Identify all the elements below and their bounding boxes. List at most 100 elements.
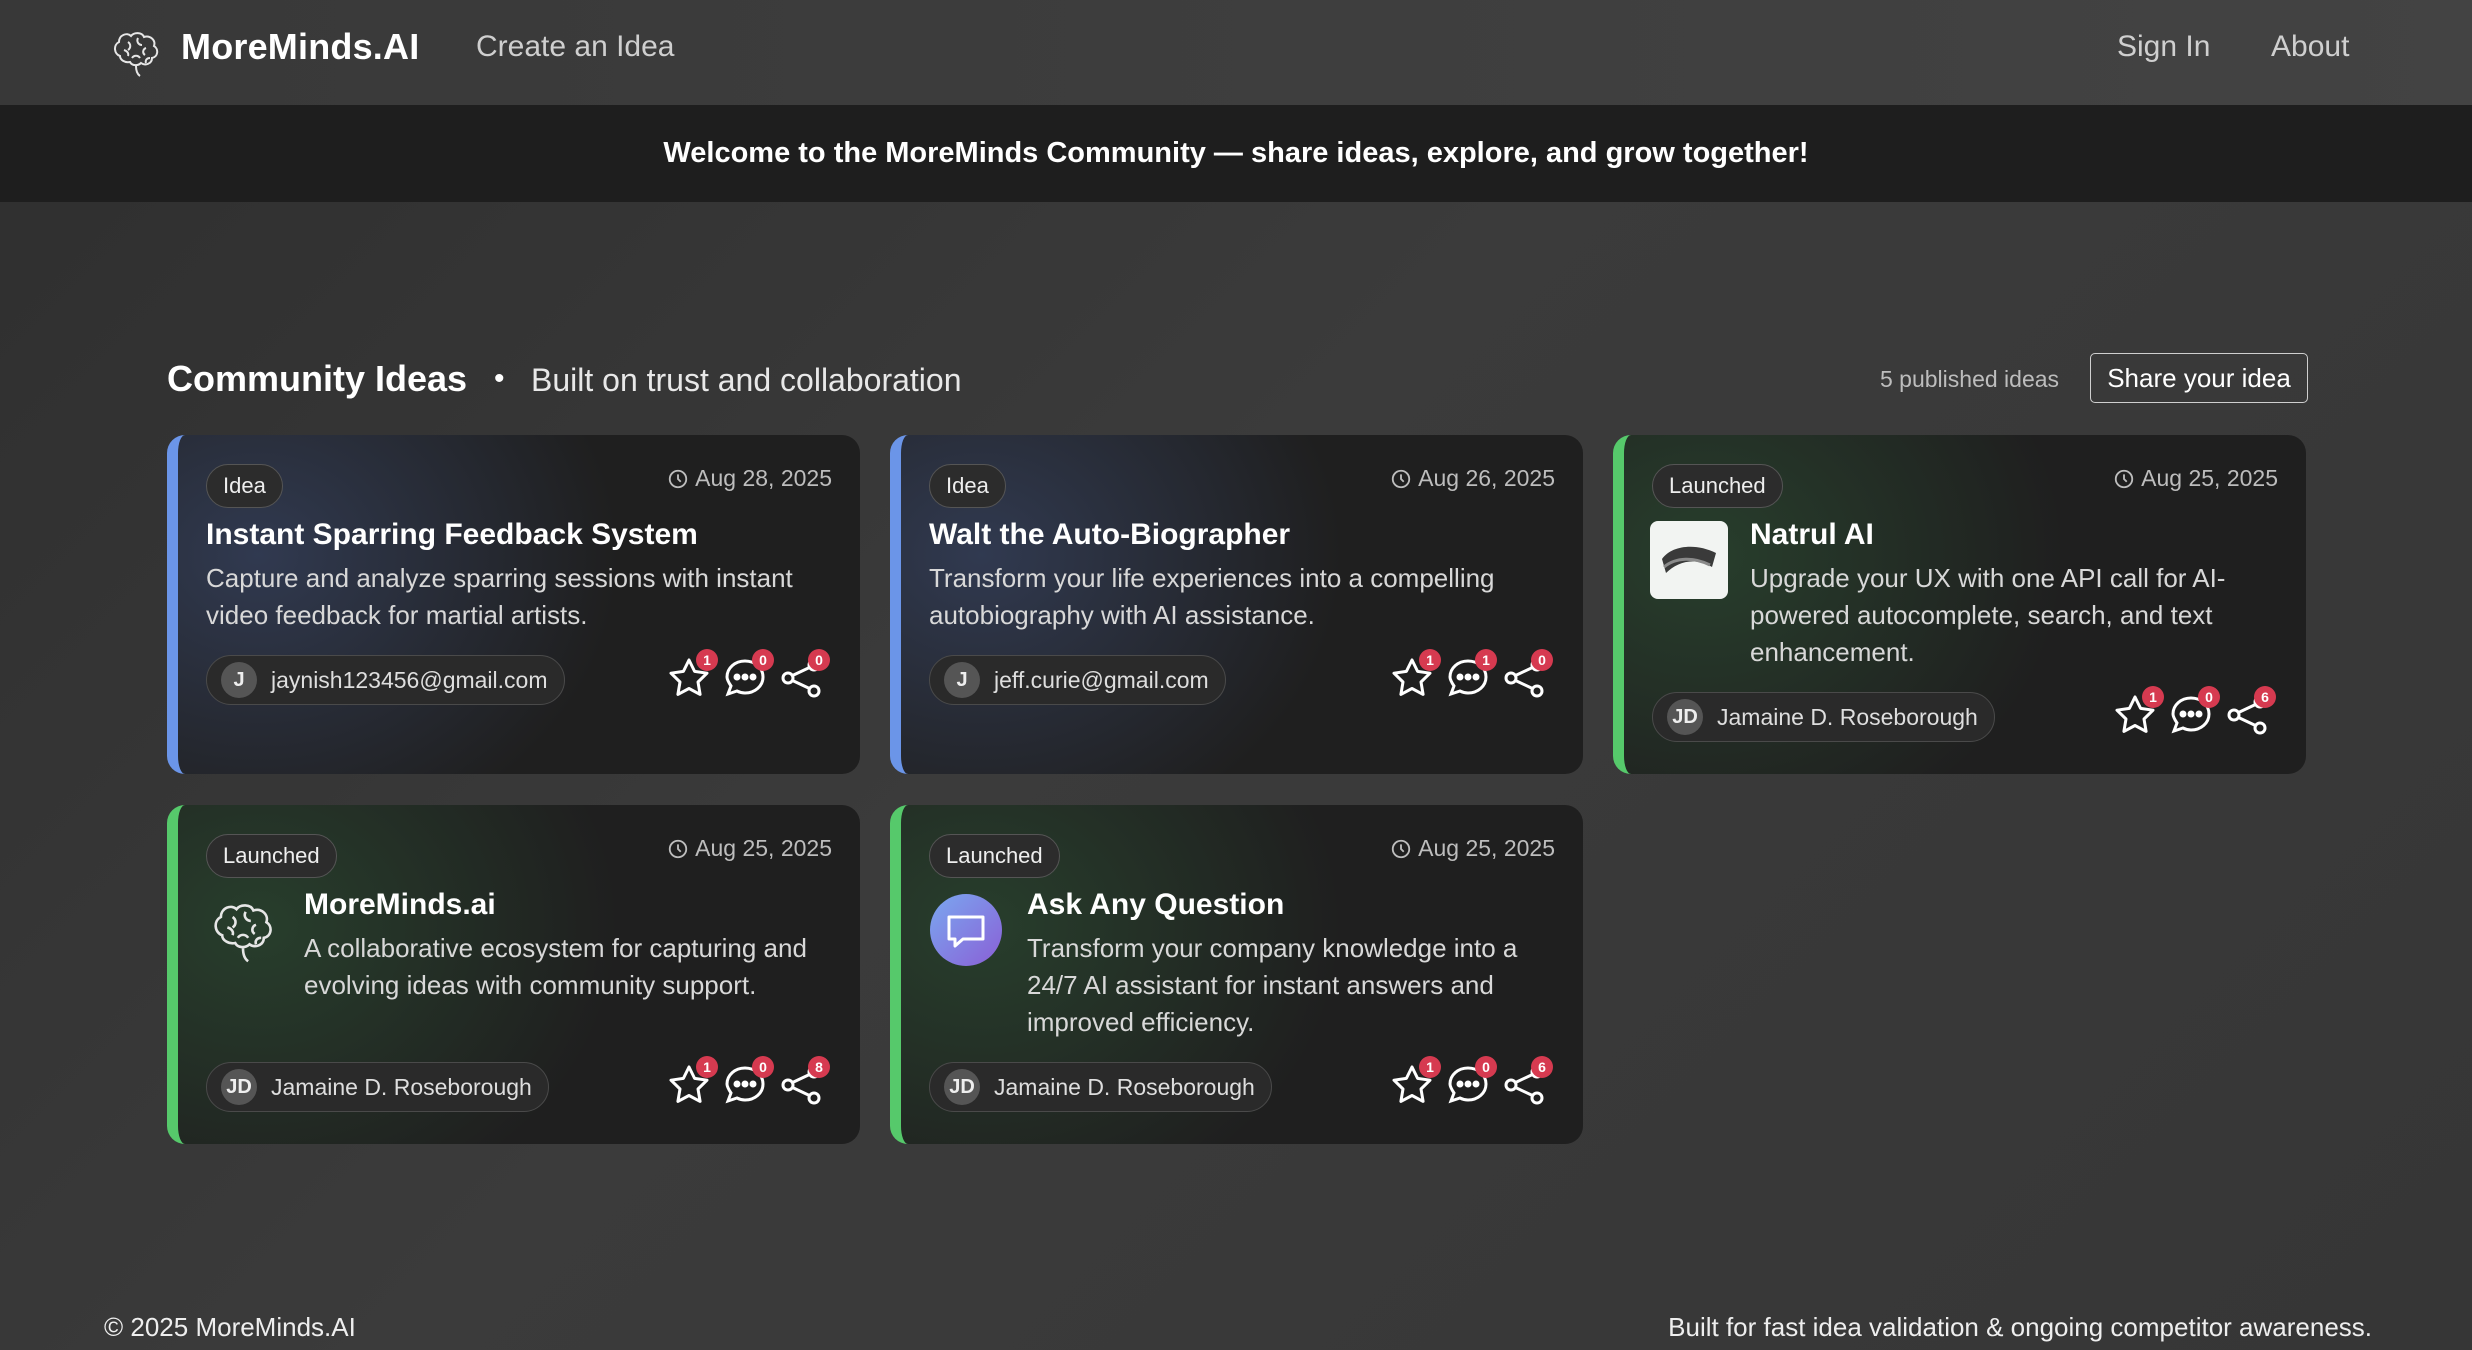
footer-copyright: © 2025 MoreMinds.AI [104, 1312, 356, 1342]
avatar: JD [221, 1069, 257, 1105]
author-chip[interactable]: JD Jamaine D. Roseborough [1652, 692, 1995, 742]
sign-in-link[interactable]: Sign In [2117, 30, 2210, 64]
status-badge: Launched [206, 834, 337, 878]
comment-button[interactable]: 0 [1445, 1056, 1497, 1108]
author-chip[interactable]: JD Jamaine D. Roseborough [206, 1062, 549, 1112]
star-count: 1 [696, 1056, 718, 1078]
card-actions: 1 1 0 [1389, 647, 1559, 707]
card-title[interactable]: Ask Any Question [1027, 888, 1284, 922]
avatar: J [944, 662, 980, 698]
published-count: 5 published ideas [1880, 366, 2060, 392]
idea-card[interactable]: Launched Aug 25, 2025 MoreMinds.ai A col… [167, 805, 860, 1144]
share-button[interactable]: 0 [1501, 649, 1553, 701]
brain-logo-icon [214, 904, 272, 963]
clock-icon [2114, 469, 2134, 488]
status-badge: Launched [1652, 464, 1783, 508]
card-title[interactable]: Instant Sparring Feedback System [206, 518, 698, 552]
create-idea-link[interactable]: Create an Idea [476, 30, 674, 64]
idea-card[interactable]: Idea Aug 28, 2025 Instant Sparring Feedb… [167, 435, 860, 774]
star-button[interactable]: 1 [1389, 649, 1441, 701]
card-date: Aug 28, 2025 [667, 465, 832, 492]
status-badge: Idea [929, 464, 1006, 508]
author-name: Jamaine D. Roseborough [994, 1073, 1255, 1100]
card-description: Transform your life experiences into a c… [929, 563, 1495, 630]
section-subtitle: Built on trust and collaboration [531, 362, 962, 398]
status-badge: Idea [206, 464, 283, 508]
card-title[interactable]: Walt the Auto-Biographer [929, 518, 1290, 552]
comment-button[interactable]: 0 [722, 1056, 774, 1108]
share-count: 6 [1531, 1056, 1553, 1078]
card-actions: 1 0 6 [2112, 684, 2282, 744]
share-count: 8 [808, 1056, 830, 1078]
star-count: 1 [1419, 1056, 1441, 1078]
section-title: Community Ideas [167, 358, 468, 399]
author-chip[interactable]: J jaynish123456@gmail.com [206, 655, 565, 705]
natrul-logo-icon [1650, 521, 1728, 599]
card-actions: 1 0 0 [666, 647, 836, 707]
card-description: Upgrade your UX with one API call for AI… [1750, 563, 2226, 667]
author-name: jeff.curie@gmail.com [994, 666, 1209, 693]
comment-count: 0 [2198, 686, 2220, 708]
star-button[interactable]: 1 [666, 649, 718, 701]
comment-count: 0 [752, 1056, 774, 1078]
comment-button[interactable]: 0 [2168, 686, 2220, 738]
card-description: Capture and analyze sparring sessions wi… [206, 563, 793, 630]
share-count: 0 [1531, 649, 1553, 671]
avatar: JD [1667, 699, 1703, 735]
date-text: Aug 25, 2025 [1418, 835, 1555, 861]
footer-tagline: Built for fast idea validation & ongoing… [1668, 1312, 2372, 1342]
about-link[interactable]: About [2271, 30, 2349, 64]
idea-card[interactable]: Launched Aug 25, 2025 Ask Any Question T… [890, 805, 1583, 1144]
card-actions: 1 0 6 [1389, 1054, 1559, 1114]
idea-card[interactable]: Idea Aug 26, 2025 Walt the Auto-Biograph… [890, 435, 1583, 774]
star-button[interactable]: 1 [2112, 686, 2164, 738]
idea-card[interactable]: Launched Aug 25, 2025 Natrul AI Upgrade … [1613, 435, 2306, 774]
star-button[interactable]: 1 [1389, 1056, 1441, 1108]
card-date: Aug 26, 2025 [1390, 465, 1555, 492]
share-button[interactable]: 6 [1501, 1056, 1553, 1108]
card-title[interactable]: MoreMinds.ai [304, 888, 496, 922]
date-text: Aug 25, 2025 [2141, 465, 2278, 491]
comment-button[interactable]: 1 [1445, 649, 1497, 701]
card-description: A collaborative ecosystem for capturing … [304, 933, 807, 1000]
star-count: 1 [1419, 649, 1441, 671]
author-chip[interactable]: J jeff.curie@gmail.com [929, 655, 1226, 705]
star-count: 1 [696, 649, 718, 671]
date-text: Aug 28, 2025 [695, 465, 832, 491]
clock-icon [1391, 469, 1411, 488]
card-actions: 1 0 8 [666, 1054, 836, 1114]
share-button[interactable]: 0 [778, 649, 830, 701]
share-count: 0 [808, 649, 830, 671]
share-button[interactable]: 6 [2224, 686, 2276, 738]
date-text: Aug 26, 2025 [1418, 465, 1555, 491]
card-date: Aug 25, 2025 [667, 835, 832, 862]
share-count: 6 [2254, 686, 2276, 708]
welcome-banner: Welcome to the MoreMinds Community — sha… [0, 105, 2472, 202]
card-description: Transform your company knowledge into a … [1027, 933, 1518, 1037]
brand-name[interactable]: MoreMinds.AI [181, 26, 419, 68]
star-button[interactable]: 1 [666, 1056, 718, 1108]
avatar: J [221, 662, 257, 698]
comment-button[interactable]: 0 [722, 649, 774, 701]
author-name: jaynish123456@gmail.com [271, 666, 548, 693]
section-separator: • [494, 362, 505, 395]
brain-logo-icon[interactable] [106, 22, 166, 82]
clock-icon [668, 469, 688, 488]
card-date: Aug 25, 2025 [1390, 835, 1555, 862]
share-idea-button[interactable]: Share your idea [2090, 353, 2308, 403]
author-chip[interactable]: JD Jamaine D. Roseborough [929, 1062, 1272, 1112]
star-count: 1 [2142, 686, 2164, 708]
comment-count: 0 [752, 649, 774, 671]
clock-icon [668, 839, 688, 858]
chat-bubble-logo-icon [930, 894, 1002, 966]
author-name: Jamaine D. Roseborough [1717, 703, 1978, 730]
avatar: JD [944, 1069, 980, 1105]
share-button[interactable]: 8 [778, 1056, 830, 1108]
comment-count: 1 [1475, 649, 1497, 671]
comment-count: 0 [1475, 1056, 1497, 1078]
card-title[interactable]: Natrul AI [1750, 518, 1874, 552]
status-badge: Launched [929, 834, 1060, 878]
clock-icon [1391, 839, 1411, 858]
card-date: Aug 25, 2025 [2113, 465, 2278, 492]
date-text: Aug 25, 2025 [695, 835, 832, 861]
